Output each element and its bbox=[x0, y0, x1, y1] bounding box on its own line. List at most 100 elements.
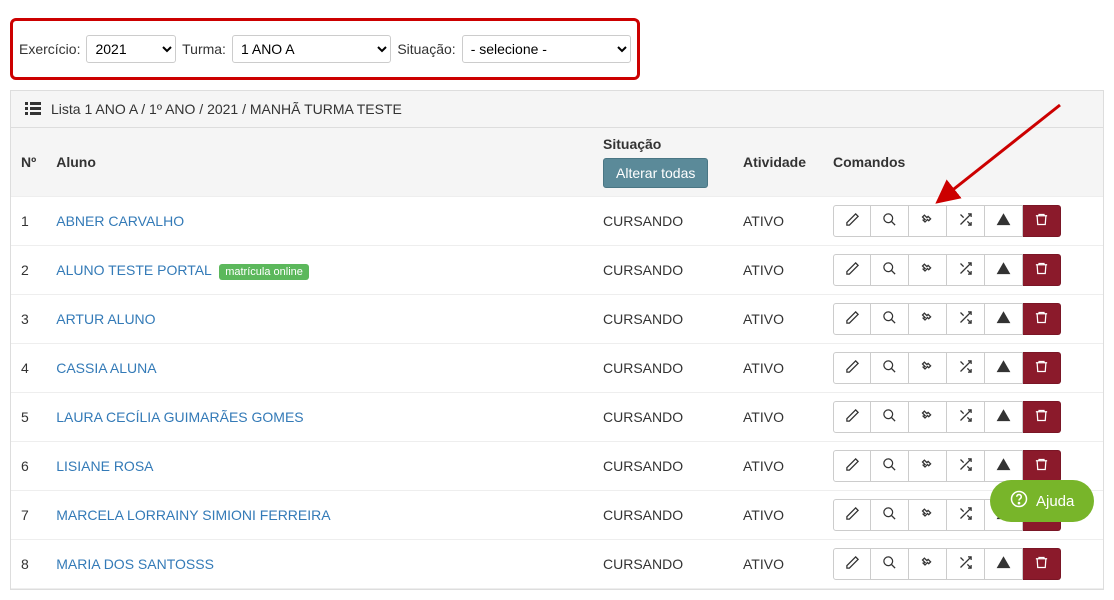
row-situacao: CURSANDO bbox=[593, 344, 733, 393]
table-row: 3ARTUR ALUNOCURSANDOATIVO bbox=[11, 295, 1103, 344]
warning-icon bbox=[996, 408, 1011, 426]
view-button[interactable] bbox=[871, 401, 909, 433]
panel-heading: Lista 1 ANO A / 1º ANO / 2021 / MANHÃ TU… bbox=[11, 91, 1103, 128]
delete-button[interactable] bbox=[1023, 548, 1061, 580]
row-number: 2 bbox=[11, 246, 46, 295]
aluno-link[interactable]: LAURA CECÍLIA GUIMARÃES GOMES bbox=[56, 409, 303, 425]
warning-button[interactable] bbox=[985, 352, 1023, 384]
pencil-icon bbox=[845, 408, 860, 426]
shuffle-button[interactable] bbox=[947, 401, 985, 433]
row-number: 4 bbox=[11, 344, 46, 393]
search-icon bbox=[882, 457, 897, 475]
delete-button[interactable] bbox=[1023, 205, 1061, 237]
table-row: 6LISIANE ROSACURSANDOATIVO bbox=[11, 442, 1103, 491]
shuffle-button[interactable] bbox=[947, 450, 985, 482]
row-situacao: CURSANDO bbox=[593, 295, 733, 344]
edit-button[interactable] bbox=[833, 254, 871, 286]
edit-button[interactable] bbox=[833, 450, 871, 482]
delete-button[interactable] bbox=[1023, 254, 1061, 286]
row-number: 6 bbox=[11, 442, 46, 491]
pencil-icon bbox=[845, 359, 860, 377]
row-number: 1 bbox=[11, 197, 46, 246]
shuffle-button[interactable] bbox=[947, 499, 985, 531]
edit-button[interactable] bbox=[833, 352, 871, 384]
warning-button[interactable] bbox=[985, 205, 1023, 237]
aluno-link[interactable]: LISIANE ROSA bbox=[56, 458, 153, 474]
table-row: 1ABNER CARVALHOCURSANDOATIVO bbox=[11, 197, 1103, 246]
delete-button[interactable] bbox=[1023, 303, 1061, 335]
view-button[interactable] bbox=[871, 352, 909, 384]
warning-button[interactable] bbox=[985, 450, 1023, 482]
turma-select[interactable]: 1 ANO A bbox=[232, 35, 391, 63]
handshake-button[interactable] bbox=[909, 499, 947, 531]
shuffle-button[interactable] bbox=[947, 548, 985, 580]
situacao-select[interactable]: - selecione - bbox=[462, 35, 631, 63]
row-atividade: ATIVO bbox=[733, 393, 823, 442]
delete-button[interactable] bbox=[1023, 352, 1061, 384]
alterar-todas-button[interactable]: Alterar todas bbox=[603, 158, 708, 188]
handshake-button[interactable] bbox=[909, 401, 947, 433]
edit-button[interactable] bbox=[833, 205, 871, 237]
shuffle-button[interactable] bbox=[947, 254, 985, 286]
table-row: 8MARIA DOS SANTOSSSCURSANDOATIVO bbox=[11, 540, 1103, 589]
aluno-link[interactable]: CASSIA ALUNA bbox=[56, 360, 156, 376]
trash-icon bbox=[1034, 261, 1049, 279]
search-icon bbox=[882, 555, 897, 573]
edit-button[interactable] bbox=[833, 499, 871, 531]
aluno-link[interactable]: ALUNO TESTE PORTAL bbox=[56, 262, 211, 278]
row-commands bbox=[833, 548, 1061, 580]
trash-icon bbox=[1034, 457, 1049, 475]
handshake-button[interactable] bbox=[909, 548, 947, 580]
handshake-icon bbox=[920, 555, 935, 573]
handshake-button[interactable] bbox=[909, 205, 947, 237]
row-atividade: ATIVO bbox=[733, 491, 823, 540]
warning-icon bbox=[996, 261, 1011, 279]
list-icon bbox=[25, 102, 41, 116]
pencil-icon bbox=[845, 310, 860, 328]
search-icon bbox=[882, 506, 897, 524]
students-table: Nº Aluno Situação Alterar todas Atividad… bbox=[11, 128, 1103, 589]
shuffle-icon bbox=[958, 457, 973, 475]
handshake-button[interactable] bbox=[909, 303, 947, 335]
col-header-comandos: Comandos bbox=[823, 128, 1103, 197]
shuffle-icon bbox=[958, 310, 973, 328]
warning-button[interactable] bbox=[985, 548, 1023, 580]
delete-button[interactable] bbox=[1023, 401, 1061, 433]
aluno-link[interactable]: MARCELA LORRAINY SIMIONI FERREIRA bbox=[56, 507, 330, 523]
filter-bar: Exercício: 2021 Turma: 1 ANO A Situação:… bbox=[10, 18, 640, 80]
view-button[interactable] bbox=[871, 450, 909, 482]
shuffle-button[interactable] bbox=[947, 352, 985, 384]
shuffle-button[interactable] bbox=[947, 205, 985, 237]
delete-button[interactable] bbox=[1023, 450, 1061, 482]
aluno-link[interactable]: ARTUR ALUNO bbox=[56, 311, 155, 327]
help-label: Ajuda bbox=[1036, 493, 1074, 510]
warning-button[interactable] bbox=[985, 303, 1023, 335]
search-icon bbox=[882, 359, 897, 377]
view-button[interactable] bbox=[871, 303, 909, 335]
col-header-atividade: Atividade bbox=[733, 128, 823, 197]
view-button[interactable] bbox=[871, 254, 909, 286]
row-situacao: CURSANDO bbox=[593, 197, 733, 246]
warning-button[interactable] bbox=[985, 254, 1023, 286]
warning-button[interactable] bbox=[985, 401, 1023, 433]
edit-button[interactable] bbox=[833, 303, 871, 335]
warning-icon bbox=[996, 212, 1011, 230]
row-atividade: ATIVO bbox=[733, 442, 823, 491]
edit-button[interactable] bbox=[833, 401, 871, 433]
handshake-button[interactable] bbox=[909, 254, 947, 286]
shuffle-icon bbox=[958, 555, 973, 573]
handshake-button[interactable] bbox=[909, 352, 947, 384]
view-button[interactable] bbox=[871, 499, 909, 531]
exercicio-select[interactable]: 2021 bbox=[86, 35, 176, 63]
row-commands bbox=[833, 303, 1061, 335]
aluno-link[interactable]: MARIA DOS SANTOSSS bbox=[56, 556, 214, 572]
shuffle-icon bbox=[958, 408, 973, 426]
shuffle-button[interactable] bbox=[947, 303, 985, 335]
table-row: 7MARCELA LORRAINY SIMIONI FERREIRACURSAN… bbox=[11, 491, 1103, 540]
help-widget[interactable]: Ajuda bbox=[990, 480, 1094, 522]
aluno-link[interactable]: ABNER CARVALHO bbox=[56, 213, 184, 229]
view-button[interactable] bbox=[871, 205, 909, 237]
handshake-button[interactable] bbox=[909, 450, 947, 482]
view-button[interactable] bbox=[871, 548, 909, 580]
edit-button[interactable] bbox=[833, 548, 871, 580]
